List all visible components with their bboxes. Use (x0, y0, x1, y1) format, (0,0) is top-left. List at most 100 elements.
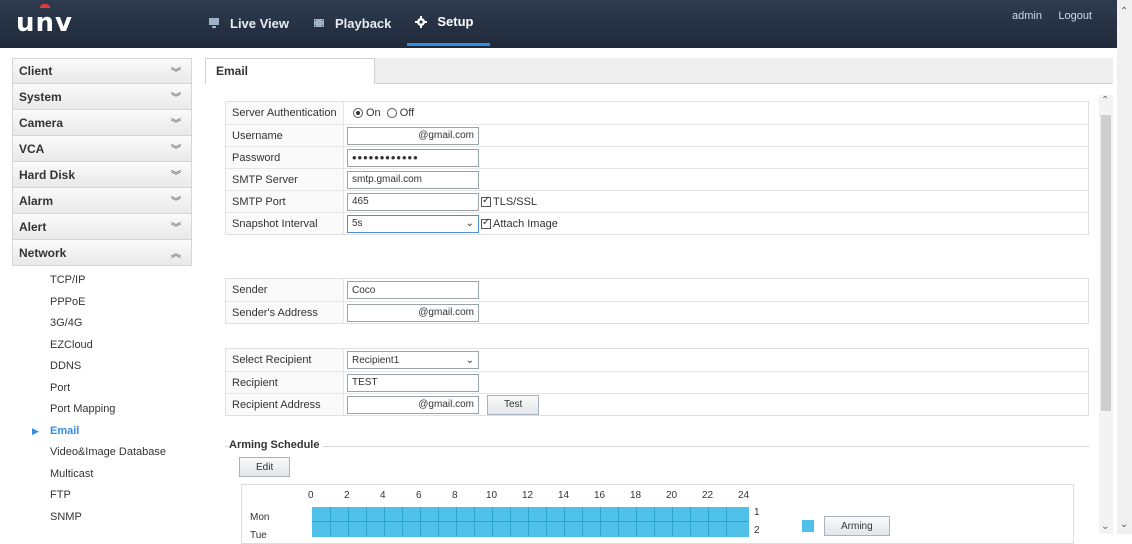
checkbox-label: TLS/SSL (493, 195, 538, 208)
recipient-address-input[interactable]: @gmail.com (347, 395, 479, 414)
field: @gmail.com (344, 126, 479, 145)
grid-line (420, 507, 421, 537)
hour-label: 0 (308, 490, 314, 501)
film-icon (313, 17, 325, 29)
radio-label: On (366, 107, 381, 119)
sidebar-item-ezcloud[interactable]: EZCloud (12, 335, 192, 357)
snapshot-interval-select[interactable]: 5s ⌄ (347, 214, 479, 233)
menu-label: VCA (19, 141, 45, 156)
monitor-icon (208, 17, 220, 29)
grid-line (618, 507, 619, 537)
test-button[interactable]: Test (487, 394, 540, 415)
chevron-down-icon: ︾ (171, 145, 181, 156)
sidebar-item-ftp[interactable]: FTP (12, 485, 192, 507)
hour-label: 14 (558, 490, 570, 501)
grid-line (654, 507, 655, 537)
menu-alarm[interactable]: Alarm ︾ (12, 188, 192, 214)
grid-line (636, 507, 637, 537)
grid-line (312, 521, 749, 522)
row-server-auth: Server Authentication On Off (226, 102, 1088, 124)
select-value: Recipient1 (352, 354, 400, 366)
field-label: Server Authentication (226, 102, 344, 124)
day-number: 2 (754, 525, 760, 536)
row-username: Username @gmail.com (226, 124, 1088, 146)
field-label: Recipient Address (226, 394, 344, 415)
menu-system[interactable]: System ︾ (12, 84, 192, 110)
menu-label: System (19, 89, 62, 104)
menu-client[interactable]: Client ︾ (12, 58, 192, 84)
top-bar: unv Live View Playback Setup admin Logou… (0, 0, 1132, 48)
sidebar-item-port-mapping[interactable]: Port Mapping (12, 399, 192, 421)
menu-alert[interactable]: Alert ︾ (12, 214, 192, 240)
sender-input[interactable]: Coco (347, 281, 479, 299)
scroll-down-icon[interactable]: ⌄ (1120, 519, 1128, 530)
sender-group: Sender Coco Sender's Address @gmail.com (225, 278, 1089, 324)
logout-link[interactable]: Logout (1058, 10, 1092, 22)
field-label: SMTP Port (226, 191, 344, 212)
grid-line (546, 507, 547, 537)
password-input[interactable]: •••••••••••• (347, 148, 479, 167)
menu-network[interactable]: Network ︽ (12, 240, 192, 266)
sidebar-item-tcp-ip[interactable]: TCP/IP (12, 270, 192, 292)
sidebar-item-multicast[interactable]: Multicast (12, 464, 192, 486)
arming-button[interactable]: Arming (824, 516, 890, 536)
sidebar-item-video-image-database[interactable]: Video&Image Database (12, 442, 192, 464)
smtp-port-input[interactable]: 465 (347, 192, 479, 211)
chevron-down-icon: ︾ (171, 197, 181, 208)
sidebar-item-email[interactable]: ▶ Email (12, 421, 192, 443)
hour-label: 22 (702, 490, 714, 501)
menu-hard-disk[interactable]: Hard Disk ︾ (12, 162, 192, 188)
edit-button[interactable]: Edit (239, 457, 291, 477)
sidebar-item-ddns[interactable]: DDNS (12, 356, 192, 378)
nav-setup[interactable]: Setup (407, 0, 490, 46)
hour-label: 4 (380, 490, 386, 501)
grid-line (708, 507, 709, 537)
attach-image-checkbox[interactable] (481, 217, 491, 229)
tab-email[interactable]: Email (205, 58, 375, 84)
email-settings-panel: Server Authentication On Off Username @g… (205, 85, 1098, 544)
scroll-thumb[interactable] (1101, 115, 1111, 411)
section-title: Arming Schedule (229, 439, 324, 451)
page-scrollbar[interactable]: ⌃ ⌄ (1117, 0, 1132, 534)
schedule-grid[interactable] (312, 507, 749, 537)
menu-label: Hard Disk (19, 167, 76, 182)
sidebar-item-3g-4g[interactable]: 3G/4G (12, 313, 192, 335)
row-sender: Sender Coco (226, 279, 1088, 301)
row-recipient: Recipient TEST (226, 371, 1088, 393)
sidebar-item-pppoe[interactable]: PPPoE (12, 292, 192, 314)
field: Recipient1 ⌄ (344, 351, 479, 369)
nav-playback[interactable]: Playback (305, 0, 407, 46)
recipient-select[interactable]: Recipient1 ⌄ (347, 351, 479, 369)
field-label: Sender (226, 279, 344, 301)
smtp-server-input[interactable]: smtp.gmail.com (347, 170, 479, 189)
sidebar-item-snmp[interactable]: SNMP (12, 507, 192, 529)
menu-camera[interactable]: Camera ︾ (12, 110, 192, 136)
grid-line (564, 507, 565, 537)
grid-line (600, 507, 601, 537)
auth-on-radio[interactable] (353, 108, 363, 118)
scroll-down-icon[interactable]: ⌄ (1101, 521, 1109, 532)
caret-right-icon: ▶ (32, 425, 39, 436)
tls-checkbox[interactable] (481, 195, 491, 207)
menu-vca[interactable]: VCA ︾ (12, 136, 192, 162)
menu-label: Alert (19, 219, 47, 234)
scroll-up-icon[interactable]: ⌃ (1120, 6, 1128, 17)
recipient-input[interactable]: TEST (347, 373, 479, 392)
nav-live-view[interactable]: Live View (200, 0, 305, 46)
tab-bar: Email (205, 58, 1113, 84)
chevron-down-icon: ︾ (171, 223, 181, 234)
sidebar-item-port[interactable]: Port (12, 378, 192, 400)
field: TEST (344, 373, 479, 392)
sender-address-input[interactable]: @gmail.com (347, 303, 479, 322)
day-number: 1 (754, 507, 760, 518)
network-submenu: TCP/IP PPPoE 3G/4G EZCloud DDNS Port Por… (12, 266, 192, 528)
username-input[interactable]: @gmail.com (347, 126, 479, 145)
auth-off-radio[interactable] (386, 108, 397, 118)
scroll-up-icon[interactable]: ⌃ (1101, 95, 1109, 106)
menu-label: Network (19, 245, 67, 260)
grid-line (384, 507, 385, 537)
content-scrollbar[interactable]: ⌃ ⌄ (1099, 95, 1113, 534)
grid-line (528, 507, 529, 537)
chevron-down-icon: ︾ (171, 119, 181, 130)
user-name[interactable]: admin (1012, 10, 1042, 22)
